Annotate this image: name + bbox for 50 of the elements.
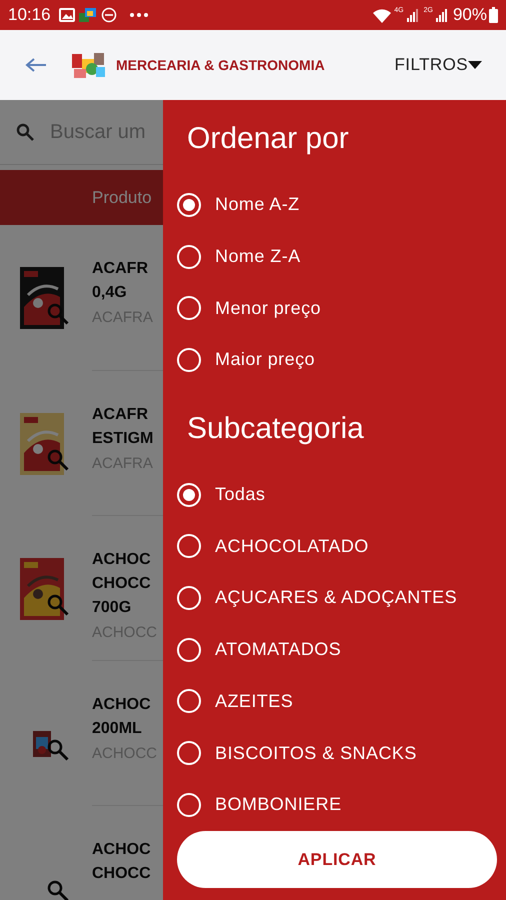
signal-icon — [434, 8, 447, 22]
product-name[interactable]: ACHOC CHOCC 700G — [92, 548, 158, 620]
filters-button[interactable]: FILTROS — [394, 52, 482, 78]
option-label[interactable]: AZEITES — [215, 688, 294, 715]
back-button[interactable] — [24, 57, 48, 73]
image-icon — [58, 8, 75, 22]
zoom-icon[interactable] — [47, 880, 69, 900]
zoom-icon[interactable] — [47, 594, 69, 616]
option-label[interactable]: BOMBONIERE — [215, 791, 342, 818]
product-name[interactable]: ACHOC 200ML — [92, 693, 158, 741]
section-title: Subcategoria — [187, 410, 365, 447]
option-label[interactable]: ATOMATADOS — [215, 636, 342, 664]
apply-button[interactable]: APLICAR — [177, 830, 497, 888]
radio-button[interactable] — [177, 348, 201, 372]
store-title: MERCEARIA & GASTRONOMIA — [116, 56, 325, 74]
option-label[interactable]: Nome Z-A — [215, 243, 301, 270]
option-label[interactable]: AÇUCARES & ADOÇANTES — [215, 584, 458, 612]
option-label[interactable]: Todas — [215, 481, 266, 508]
product-name[interactable]: ACHOC CHOCC — [92, 838, 151, 886]
zoom-icon[interactable] — [47, 739, 69, 761]
radio-button[interactable] — [177, 482, 201, 507]
search-icon — [16, 123, 34, 141]
option-label[interactable]: BISCOITOS & SNACKS — [215, 740, 417, 767]
option-label[interactable]: ACHOCOLATADO — [215, 532, 369, 560]
radio-button[interactable] — [177, 534, 201, 558]
radio-button[interactable] — [177, 638, 201, 662]
do-not-disturb-icon — [100, 7, 117, 23]
battery-level: 90% — [452, 4, 487, 26]
radio-button[interactable] — [177, 296, 201, 320]
zoom-icon[interactable] — [47, 303, 69, 325]
more-icon — [128, 12, 149, 18]
option-label[interactable]: Menor preço — [215, 294, 321, 322]
signal-icon — [406, 8, 418, 22]
option-label[interactable]: Maior preço — [215, 346, 315, 374]
product-name[interactable]: ACAFR 0,4G — [92, 257, 153, 305]
radio-button[interactable] — [177, 741, 201, 766]
radio-button[interactable] — [177, 192, 201, 217]
status-time: 10:16 — [8, 4, 51, 26]
section-title: Ordenar por — [187, 121, 350, 157]
wifi-icon — [372, 7, 392, 23]
radio-button[interactable] — [177, 586, 201, 610]
zoom-icon[interactable] — [47, 449, 69, 471]
radio-button[interactable] — [177, 689, 201, 714]
radio-button[interactable] — [177, 792, 201, 817]
radio-button[interactable] — [177, 244, 201, 269]
caret-icon — [468, 61, 482, 69]
product-name[interactable]: ACAFR ESTIGM — [92, 403, 154, 451]
battery-icon — [489, 7, 498, 23]
app-icon — [78, 8, 97, 22]
option-label[interactable]: Nome A-Z — [215, 191, 300, 218]
